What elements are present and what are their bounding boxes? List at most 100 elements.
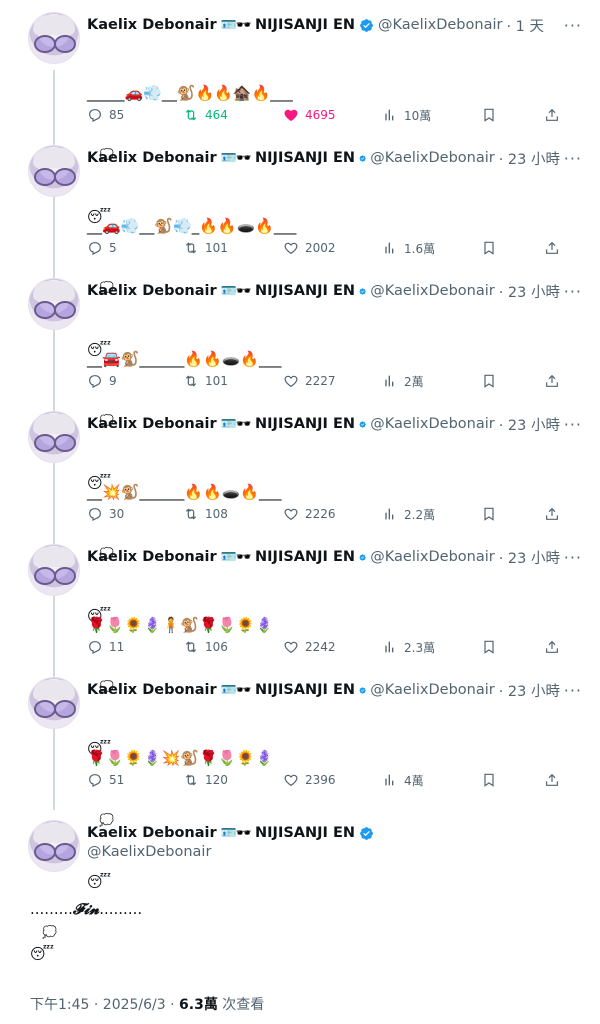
tweet[interactable]: Kaelix Debonair 🪪🕶️ NIJISANJI EN @Kaelix… <box>0 399 600 625</box>
retweet-button[interactable]: 108 <box>183 503 228 525</box>
retweet-count: 464 <box>205 108 228 122</box>
more-options-icon[interactable]: ··· <box>564 415 582 434</box>
author-badge-emoji: 🪪🕶️ <box>220 825 252 841</box>
tweet[interactable]: Kaelix Debonair 🪪🕶️ NIJISANJI EN @Kaelix… <box>0 133 600 359</box>
reply-button[interactable]: 85 <box>87 104 124 126</box>
avatar[interactable] <box>28 411 80 463</box>
tweet-time[interactable]: · 23 小時 <box>499 148 560 169</box>
retweet-button[interactable]: 101 <box>183 237 228 259</box>
share-icon <box>546 773 558 786</box>
author-handle[interactable]: @KaelixDebonair <box>370 283 494 299</box>
tweet[interactable]: Kaelix Debonair 🪪🕶️ NIJISANJI EN @Kaelix… <box>0 532 600 758</box>
bookmark-button[interactable] <box>481 104 503 126</box>
author-name[interactable]: Kaelix Debonair <box>87 825 217 841</box>
avatar[interactable] <box>28 145 80 197</box>
bookmark-button[interactable] <box>481 769 503 791</box>
analytics-icon <box>385 375 394 387</box>
more-options-icon[interactable]: ··· <box>564 16 582 35</box>
author-badge-emoji: 🪪🕶️ <box>220 283 252 299</box>
avatar[interactable] <box>28 12 80 64</box>
avatar[interactable] <box>28 677 80 729</box>
views-button[interactable]: 2.3萬 <box>382 636 435 658</box>
share-button[interactable] <box>544 237 566 259</box>
more-options-icon[interactable]: ··· <box>564 282 582 301</box>
like-button[interactable]: 2226 <box>283 503 336 525</box>
share-button[interactable] <box>544 370 566 392</box>
post-metadata: 下午1:45 · 2025/6/3 · 6.3萬 次查看 <box>30 994 264 1014</box>
heart-icon <box>284 375 298 388</box>
like-button[interactable]: 2227 <box>283 370 336 392</box>
bookmark-button[interactable] <box>481 370 503 392</box>
reply-button[interactable]: 5 <box>87 237 117 259</box>
share-button[interactable] <box>544 104 566 126</box>
author-name[interactable]: Kaelix Debonair <box>87 17 217 33</box>
view-count: 2萬 <box>404 374 424 389</box>
tweet[interactable]: Kaelix Debonair 🪪🕶️ NIJISANJI EN @Kaelix… <box>0 0 600 226</box>
tweet[interactable]: Kaelix Debonair 🪪🕶️ NIJISANJI EN @Kaelix… <box>0 665 600 891</box>
author-name[interactable]: Kaelix Debonair <box>87 416 217 432</box>
avatar[interactable] <box>28 278 80 330</box>
tweet-time[interactable]: · 23 小時 <box>499 414 560 435</box>
author-name[interactable]: Kaelix Debonair <box>87 283 217 299</box>
retweet-button[interactable]: 101 <box>183 370 228 392</box>
tweet-time[interactable]: · 23 小時 <box>499 281 560 302</box>
author-handle[interactable]: @KaelixDebonair <box>370 682 494 698</box>
more-options-icon[interactable]: ··· <box>564 548 582 567</box>
views-label: 次查看 <box>217 997 265 1013</box>
author-handle[interactable]: @KaelixDebonair <box>87 844 211 860</box>
final-tweet[interactable]: Kaelix Debonair 🪪🕶️ NIJISANJI EN @Kaelix… <box>0 812 600 1024</box>
author-handle[interactable]: @KaelixDebonair <box>378 17 502 33</box>
tweet-time[interactable]: · 1 天 <box>506 15 544 36</box>
tweet-time[interactable]: · 23 小時 <box>499 680 560 701</box>
share-button[interactable] <box>544 636 566 658</box>
retweet-button[interactable]: 106 <box>183 636 228 658</box>
bookmark-icon <box>484 241 494 255</box>
author-name[interactable]: Kaelix Debonair <box>87 682 217 698</box>
tweet-header: Kaelix Debonair 🪪🕶️ NIJISANJI EN @Kaelix… <box>87 280 560 302</box>
more-options-icon[interactable]: ··· <box>564 149 582 168</box>
author-handle[interactable]: @KaelixDebonair <box>370 150 494 166</box>
bookmark-button[interactable] <box>481 237 503 259</box>
analytics-icon <box>385 774 394 786</box>
author-name[interactable]: Kaelix Debonair <box>87 150 217 166</box>
author-handle[interactable]: @KaelixDebonair <box>370 416 494 432</box>
author-handle[interactable]: @KaelixDebonair <box>370 549 494 565</box>
author-name[interactable]: Kaelix Debonair <box>87 549 217 565</box>
tweet[interactable]: Kaelix Debonair 🪪🕶️ NIJISANJI EN @Kaelix… <box>0 266 600 492</box>
verified-badge-icon <box>359 553 366 561</box>
share-button[interactable] <box>544 503 566 525</box>
views-button[interactable]: 2.2萬 <box>382 503 435 525</box>
like-count: 2396 <box>305 773 336 787</box>
reply-button[interactable]: 51 <box>87 769 124 791</box>
views-button[interactable]: 2萬 <box>382 370 424 392</box>
tweet-time[interactable]: · 23 小時 <box>499 547 560 568</box>
retweet-button[interactable]: 120 <box>183 769 228 791</box>
like-button[interactable]: 4695 <box>283 104 336 126</box>
more-options-icon[interactable]: ··· <box>564 681 582 700</box>
views-button[interactable]: 10萬 <box>382 104 431 126</box>
like-button[interactable]: 2002 <box>283 237 336 259</box>
analytics-icon <box>385 641 394 653</box>
reply-button[interactable]: 9 <box>87 370 117 392</box>
reply-button[interactable]: 11 <box>87 636 124 658</box>
avatar[interactable] <box>28 544 80 596</box>
retweet-button[interactable]: 464 <box>183 104 228 126</box>
share-icon <box>546 507 558 520</box>
tweet-header: Kaelix Debonair 🪪🕶️ NIJISANJI EN <box>87 822 560 844</box>
bookmark-button[interactable] <box>481 636 503 658</box>
post-timestamp[interactable]: 下午1:45 · 2025/6/3 · <box>30 997 179 1013</box>
bookmark-button[interactable] <box>481 503 503 525</box>
reply-count: 85 <box>109 108 125 122</box>
views-button[interactable]: 1.6萬 <box>382 237 435 259</box>
views-button[interactable]: 4萬 <box>382 769 424 791</box>
retweet-icon <box>185 375 197 387</box>
reply-button[interactable]: 30 <box>87 503 124 525</box>
retweet-count: 120 <box>205 773 228 787</box>
share-button[interactable] <box>544 769 566 791</box>
verified-badge-icon <box>360 18 373 32</box>
avatar[interactable] <box>28 820 80 872</box>
like-button[interactable]: 2396 <box>283 769 336 791</box>
tweet-text: .........𝓕𝓲𝓷......... 💭 😴 <box>30 898 142 965</box>
heart-icon <box>284 109 298 122</box>
like-button[interactable]: 2242 <box>283 636 336 658</box>
